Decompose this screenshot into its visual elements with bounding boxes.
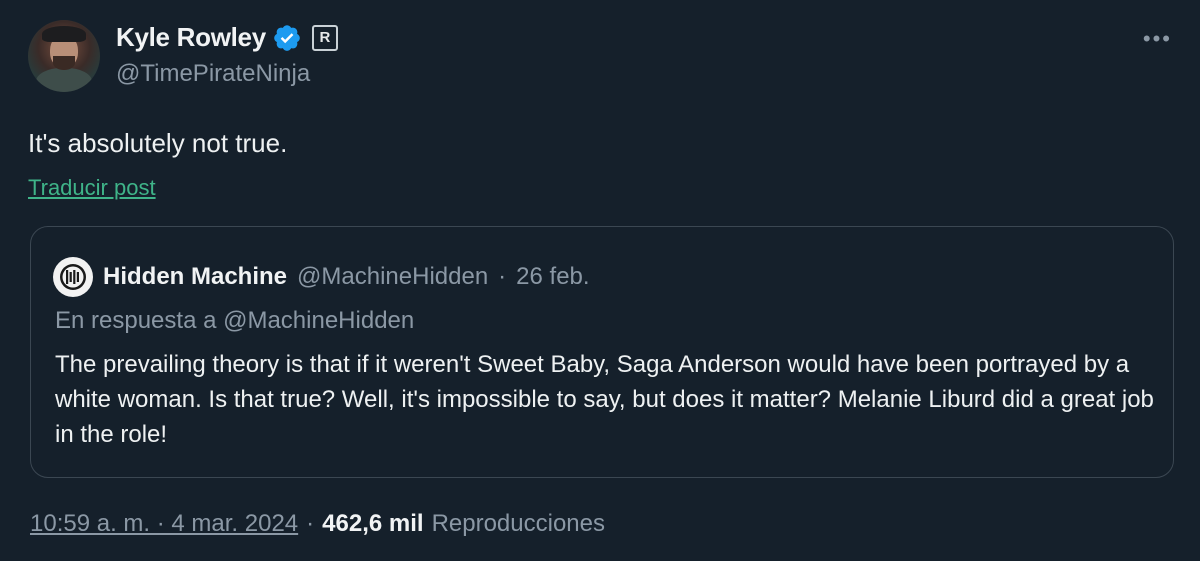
avatar-hat [42, 26, 86, 42]
avatar-body [36, 68, 92, 92]
affiliation-badge-icon[interactable]: R [311, 24, 338, 51]
hidden-machine-logo-icon [60, 264, 86, 290]
post-meta-row: 10:59 a. m. · 4 mar. 2024 · 462,6 mil Re… [30, 510, 605, 538]
author-handle[interactable]: @TimePirateNinja [116, 60, 310, 88]
post-text: It's absolutely not true. [28, 128, 288, 158]
quoted-display-name[interactable]: Hidden Machine [103, 263, 287, 291]
quoted-date[interactable]: 26 feb. [516, 263, 589, 291]
translate-post-link[interactable]: Traducir post [28, 175, 156, 201]
quoted-post-text: The prevailing theory is that if it were… [55, 351, 1154, 448]
author-display-name[interactable]: Kyle Rowley [116, 22, 266, 53]
quoted-reply-to: En respuesta a @MachineHidden [55, 307, 415, 334]
author-name-row: Kyle Rowley R [116, 22, 338, 53]
views-label: Reproducciones [431, 510, 605, 537]
verified-badge-icon[interactable] [272, 23, 302, 53]
meta-separator: · [306, 510, 315, 537]
post-timestamp[interactable]: 10:59 a. m. · 4 mar. 2024 [30, 510, 298, 538]
author-avatar[interactable] [28, 20, 100, 92]
quoted-handle[interactable]: @MachineHidden [297, 263, 488, 291]
views-count: 462,6 mil [322, 510, 424, 537]
quoted-post-card[interactable]: Hidden Machine @MachineHidden · 26 feb. … [30, 226, 1174, 478]
quoted-author-avatar[interactable] [53, 257, 93, 297]
avatar-beard [53, 56, 75, 70]
quoted-separator: · [498, 263, 507, 290]
quoted-post-header: Hidden Machine @MachineHidden · 26 feb. [53, 257, 590, 297]
more-horizontal-icon[interactable]: ••• [1143, 28, 1172, 50]
